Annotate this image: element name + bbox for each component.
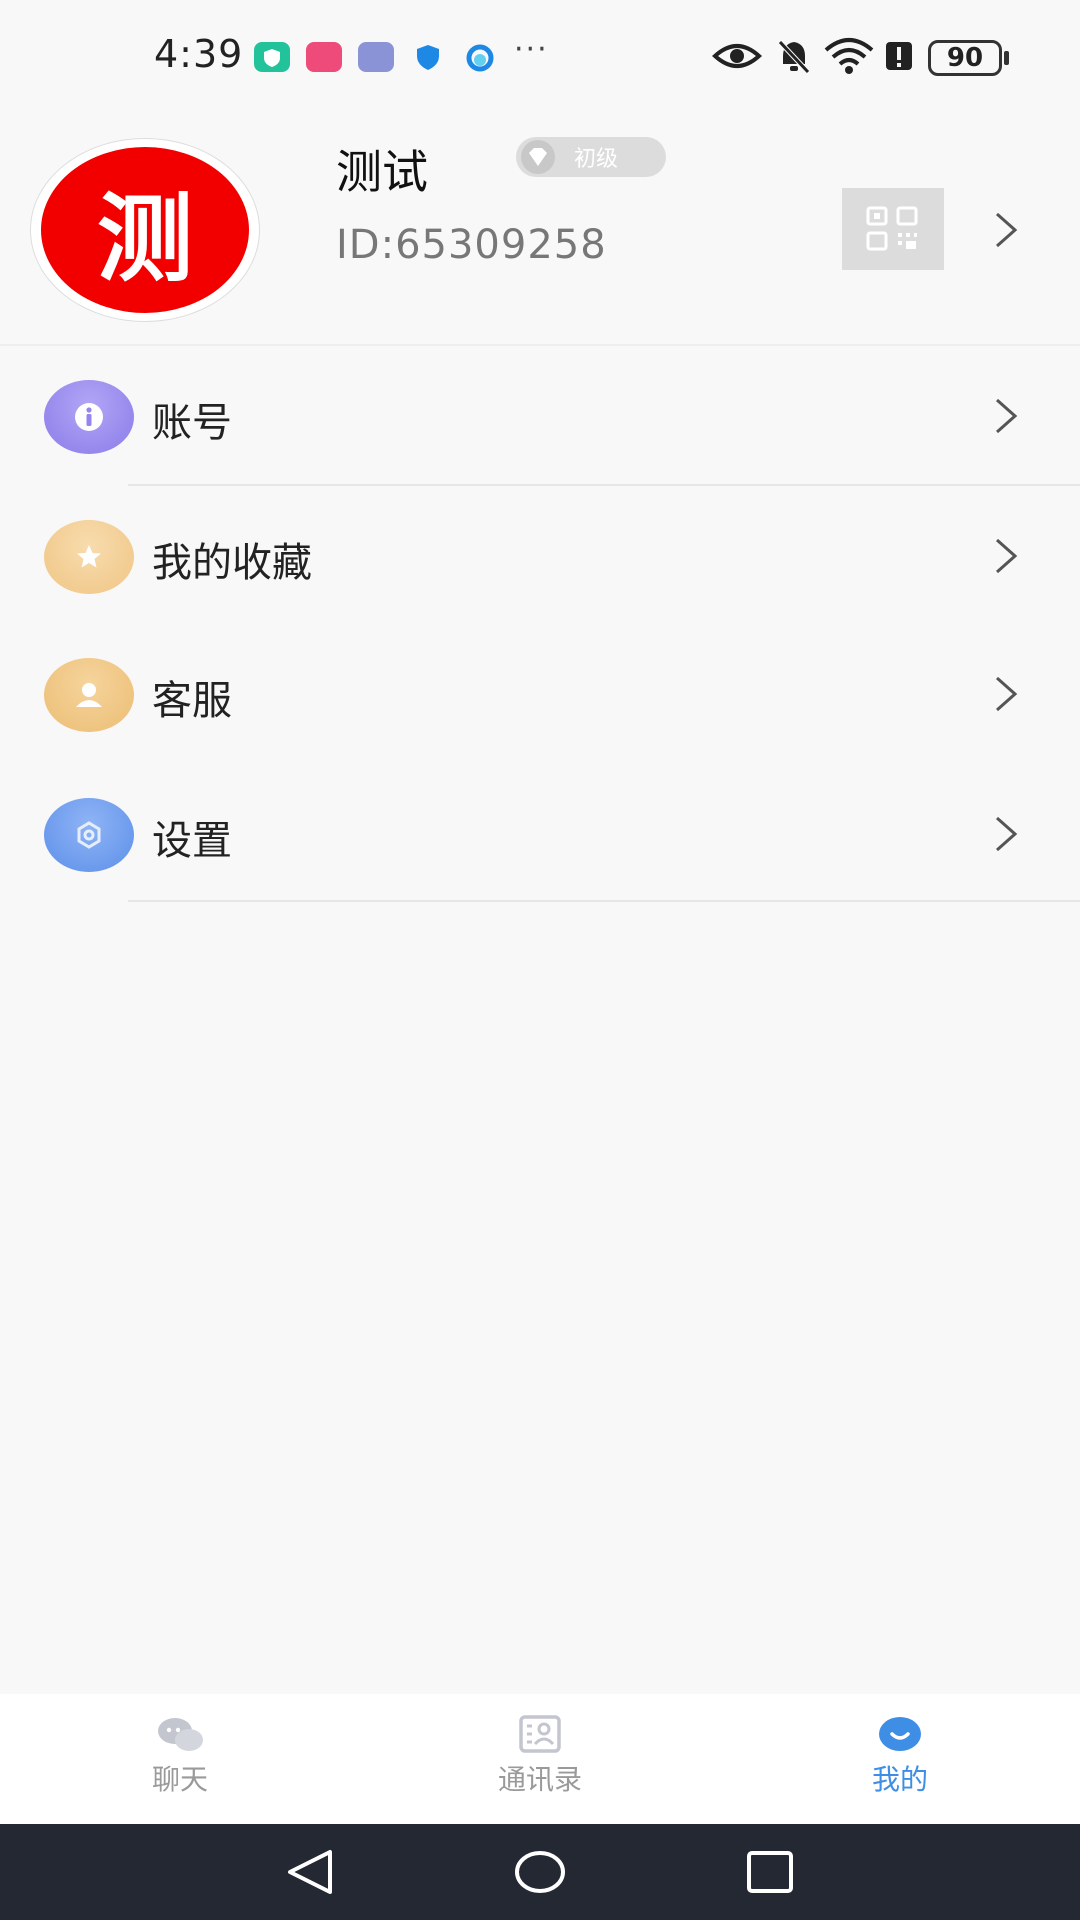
gear-icon [44, 798, 134, 872]
menu-item-support[interactable]: 客服 [0, 638, 1080, 748]
chevron-right-icon [996, 676, 1018, 712]
menu-item-label: 账号 [152, 400, 232, 446]
profile-screen: 4:39 ··· 90 测 测试 初级 ID:65309258 账号 我的收藏 … [0, 0, 1080, 1920]
chat-icon [158, 1718, 203, 1751]
tab-me[interactable]: 我的 [800, 1694, 1000, 1824]
chevron-right-icon [996, 538, 1018, 574]
tab-label: 聊天 [151, 1763, 208, 1796]
level-text: 初级 [574, 147, 619, 172]
avatar[interactable]: 测 [30, 138, 260, 322]
tab-contacts[interactable]: 通讯录 [440, 1694, 640, 1824]
chevron-right-icon [996, 816, 1018, 852]
translate-app-icon [358, 42, 394, 72]
status-time: 4:39 [154, 32, 244, 76]
menu-divider [128, 484, 1080, 486]
info-icon [44, 380, 134, 454]
recents-icon[interactable] [740, 1846, 800, 1898]
security-app-icon [254, 42, 290, 72]
menu-item-favorites[interactable]: 我的收藏 [0, 500, 1080, 610]
username: 测试 [336, 145, 428, 199]
contacts-icon [519, 1715, 561, 1753]
shield-app-icon [410, 42, 446, 72]
home-icon[interactable] [510, 1846, 570, 1898]
level-badge: 初级 [516, 137, 666, 177]
user-id: ID:65309258 [336, 222, 607, 268]
star-icon [44, 520, 134, 594]
profile-chevron-right-icon[interactable] [994, 210, 1018, 250]
tab-label: 我的 [871, 1763, 928, 1796]
battery-indicator: 90 [928, 40, 1009, 76]
menu-item-label: 客服 [152, 678, 232, 724]
bilibili-app-icon [306, 42, 342, 72]
system-navigation-bar [0, 1824, 1080, 1920]
support-icon [44, 658, 134, 732]
wifi-icon [824, 38, 874, 74]
tab-chat[interactable]: 聊天 [80, 1694, 280, 1824]
menu-item-label: 我的收藏 [152, 540, 312, 586]
eye-icon [712, 44, 762, 68]
avatar-text: 测 [41, 147, 249, 313]
header-divider [0, 344, 1080, 346]
menu-item-label: 设置 [152, 818, 232, 864]
diamond-icon [521, 140, 555, 174]
browser-app-icon [462, 42, 498, 72]
qr-code-icon [866, 206, 918, 251]
qr-code-button[interactable] [842, 188, 944, 270]
menu-divider [128, 900, 1080, 902]
back-icon[interactable] [280, 1846, 340, 1898]
menu-item-settings[interactable]: 设置 [0, 778, 1080, 888]
alert-icon [886, 42, 912, 70]
menu-item-account[interactable]: 账号 [0, 360, 1080, 470]
profile-icon [879, 1717, 921, 1751]
chevron-right-icon [996, 398, 1018, 434]
bell-muted-icon [778, 40, 810, 74]
bottom-tab-bar: 聊天 通讯录 我的 [0, 1694, 1080, 1824]
more-notifications-icon: ··· [514, 32, 549, 67]
tab-label: 通讯录 [497, 1763, 582, 1796]
status-bar: 4:39 ··· 90 [0, 0, 1080, 116]
